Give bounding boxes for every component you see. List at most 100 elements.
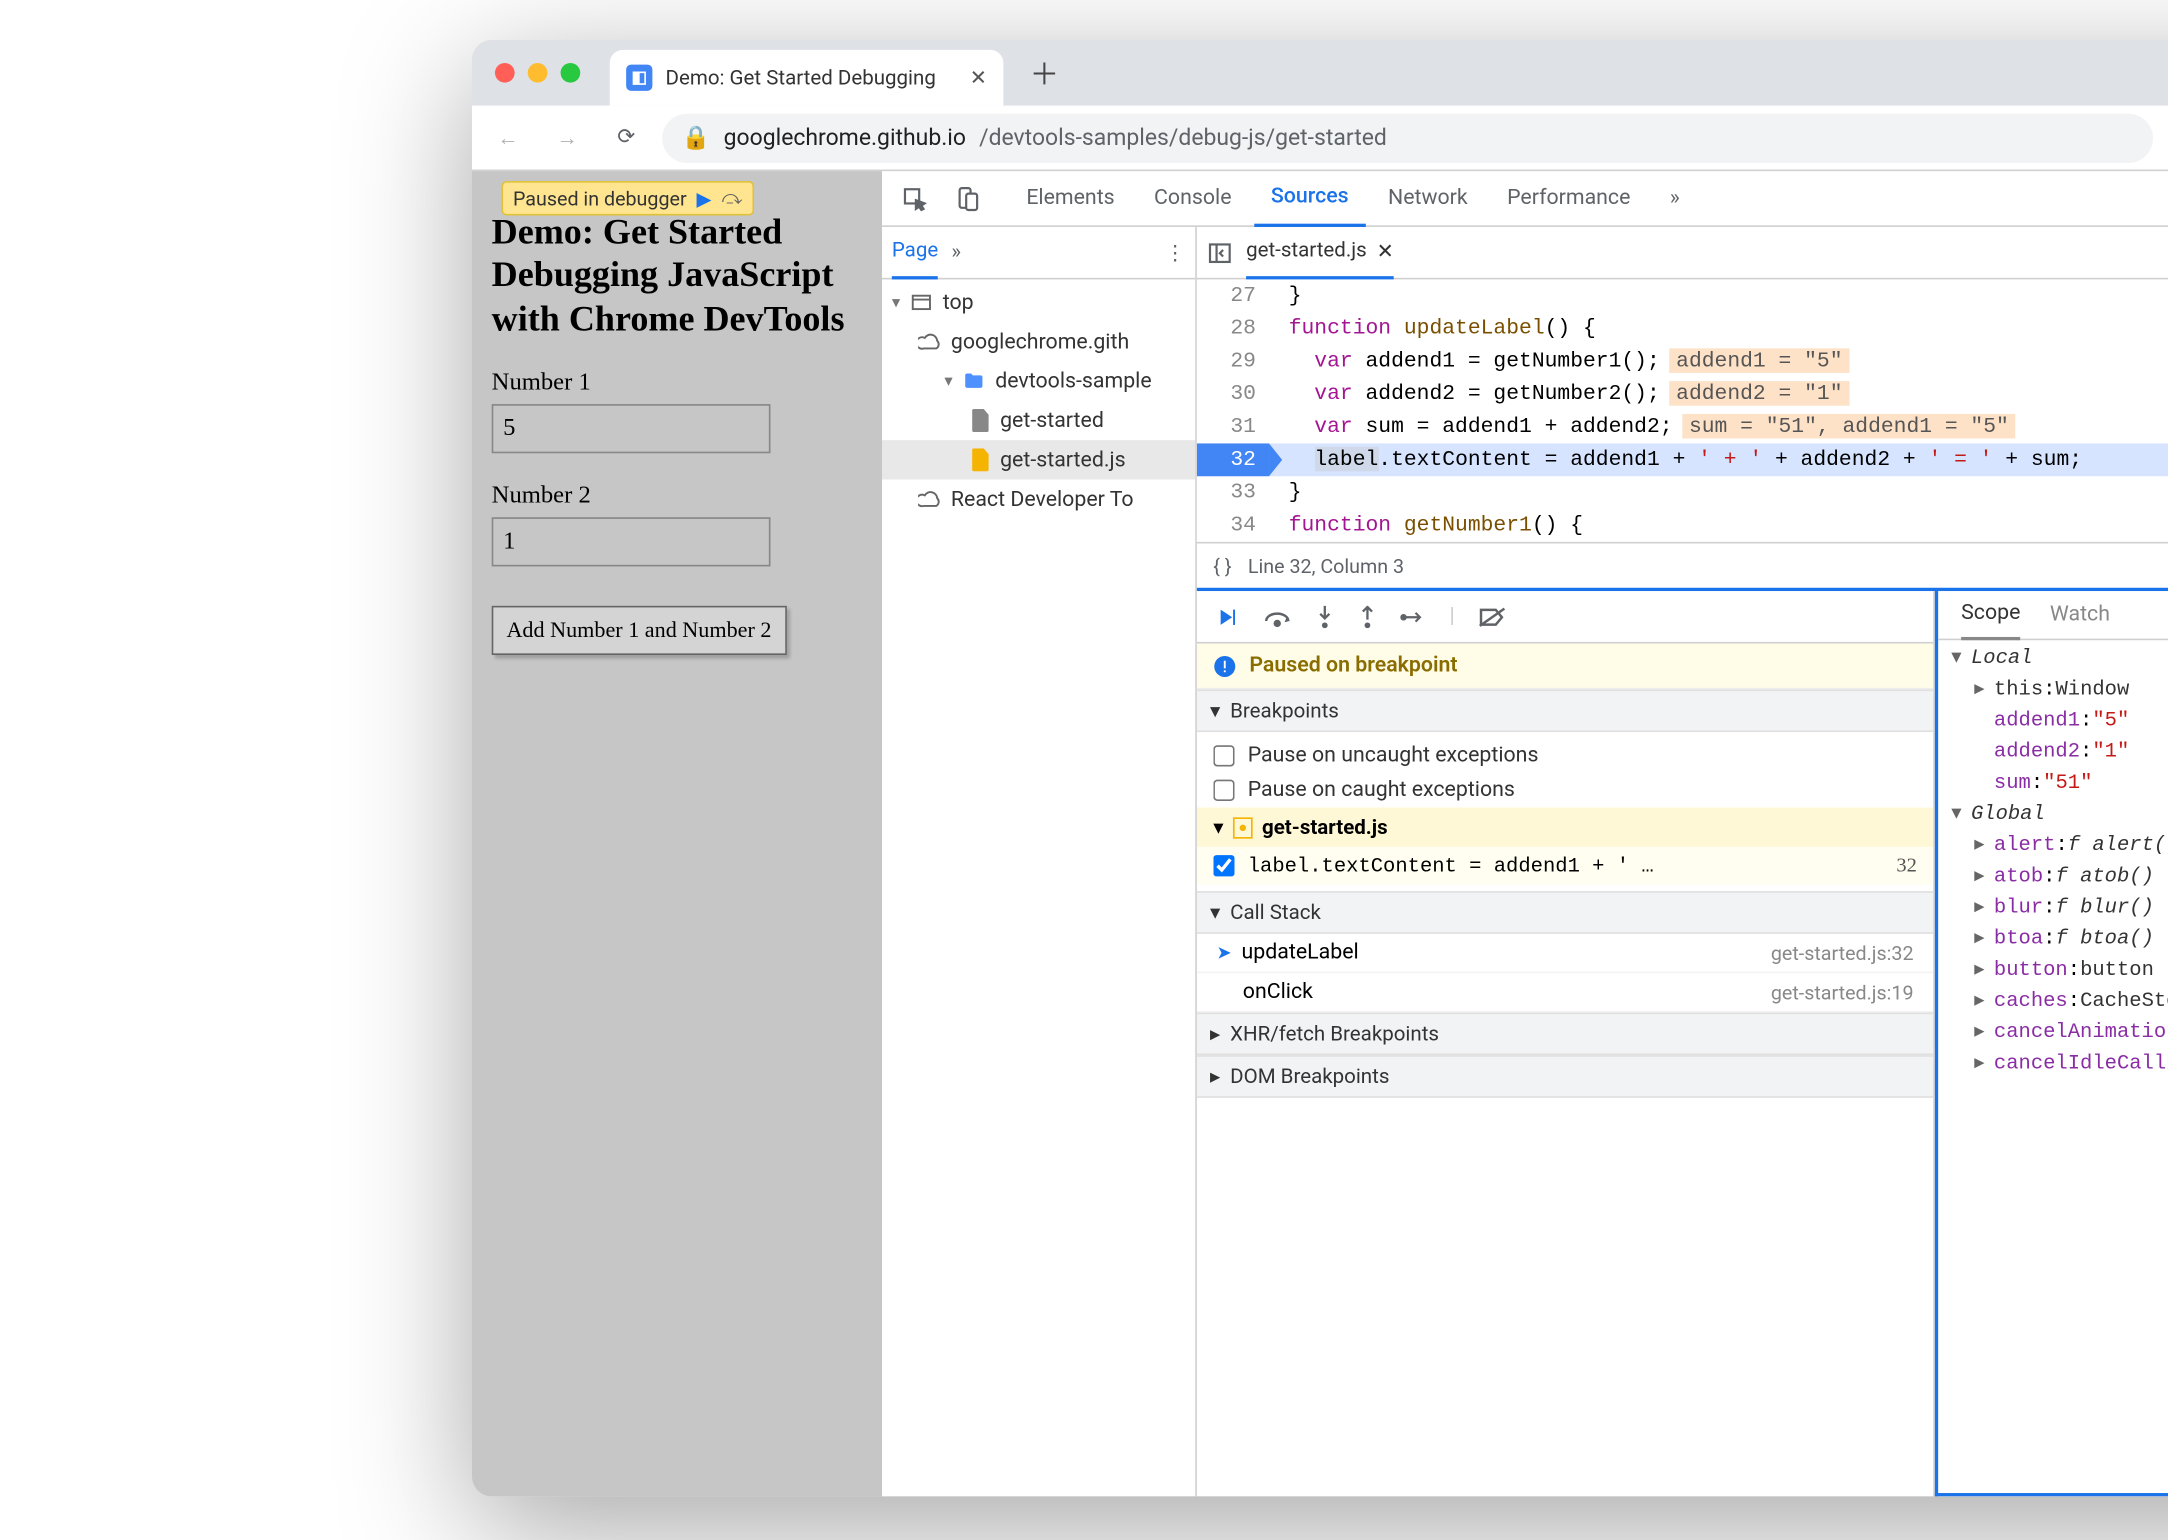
editor-tab-file[interactable]: get-started.js ✕ xyxy=(1246,226,1394,278)
scope-g-caf[interactable]: ▸cancelAnimationFrame: f cancelAnimation… xyxy=(1938,1017,2168,1048)
paused-badge-text: Paused in debugger xyxy=(513,187,687,210)
scope-g-button[interactable]: ▸button: button xyxy=(1938,955,2168,986)
tree-react-ext[interactable]: React Developer To xyxy=(882,480,1195,519)
pause-caught-checkbox[interactable]: Pause on caught exceptions xyxy=(1196,773,1932,807)
rendered-page: Paused in debugger ▶ ⤼ Demo: Get Started… xyxy=(472,171,882,1496)
dom-breakpoints-section[interactable]: ▸DOM Breakpoints xyxy=(1196,1055,1932,1098)
scope-body: ▾Local ▸this: Window addend1: "5" addend… xyxy=(1938,640,2168,1493)
tabs-overflow-icon[interactable]: » xyxy=(1653,170,1696,226)
navigator-tabs: Page » ⋮ xyxy=(882,227,1195,279)
stack-frame-1[interactable]: onClickget-started.js:19 xyxy=(1196,973,1932,1012)
navigator-panel: Page » ⋮ ▾top googlechrome.gith ▾devtool… xyxy=(882,227,1197,1496)
file-tree: ▾top googlechrome.gith ▾devtools-sample … xyxy=(882,279,1195,1496)
step-out-button[interactable] xyxy=(1357,605,1377,628)
resume-button[interactable] xyxy=(1213,605,1239,628)
maximize-window-button[interactable] xyxy=(560,63,580,83)
scope-g-blur[interactable]: ▸blur: f blur() xyxy=(1938,893,2168,924)
devtools-panel: Elements Console Sources Network Perform… xyxy=(882,171,2168,1496)
minimize-window-button[interactable] xyxy=(527,63,547,83)
tab-network[interactable]: Network xyxy=(1371,170,1484,226)
forward-button[interactable]: → xyxy=(544,115,590,161)
step-button[interactable] xyxy=(1400,605,1426,628)
tab-console[interactable]: Console xyxy=(1137,170,1247,226)
debug-left-panel: | Paused on breakpoint ▾Breakpoints Paus… xyxy=(1196,591,1934,1496)
navigator-menu-icon[interactable]: ⋮ xyxy=(1164,239,1184,265)
breakpoints-section[interactable]: ▾Breakpoints xyxy=(1196,689,1932,732)
tab-title: Demo: Get Started Debugging xyxy=(665,65,935,90)
tab-sources[interactable]: Sources xyxy=(1254,170,1365,226)
editor-status-bar: { } Line 32, Column 3 Coverage: n/a xyxy=(1196,542,2168,588)
scope-g-atob[interactable]: ▸atob: f atob() xyxy=(1938,862,2168,893)
scope-g-cic[interactable]: ▸cancelIdleCallback: f cancelIdleCallbac… xyxy=(1938,1049,2168,1080)
scope-this[interactable]: ▸this: Window xyxy=(1938,675,2168,706)
add-numbers-button[interactable]: Add Number 1 and Number 2 xyxy=(491,606,786,655)
call-stack-section[interactable]: ▾Call Stack xyxy=(1196,891,1932,934)
close-window-button[interactable] xyxy=(494,63,514,83)
tab-performance[interactable]: Performance xyxy=(1490,170,1646,226)
chrome-window: ◧ Demo: Get Started Debugging ✕ ＋ ← → ⟳ … xyxy=(472,40,2168,1496)
scope-global-header[interactable]: ▾GlobalWindow xyxy=(1938,799,2168,830)
address-bar[interactable]: 🔒 googlechrome.github.io/devtools-sample… xyxy=(662,113,2153,162)
xhr-breakpoints-section[interactable]: ▸XHR/fetch Breakpoints xyxy=(1196,1013,1932,1056)
tree-top[interactable]: ▾top xyxy=(882,283,1195,322)
debugger-controls: | xyxy=(1196,591,1932,643)
step-into-button[interactable] xyxy=(1314,605,1334,628)
step-over-mini-icon[interactable]: ⤼ xyxy=(721,186,742,211)
code-editor[interactable]: 27} 28function updateLabel() { 29 var ad… xyxy=(1196,279,2168,541)
toggle-navigator-icon[interactable] xyxy=(1206,239,1232,265)
breakpoint-line-row[interactable]: label.textContent = addend1 + ' …32 xyxy=(1196,847,1932,885)
number1-label: Number 1 xyxy=(491,370,862,398)
tab-watch[interactable]: Watch xyxy=(2049,603,2109,628)
devtools-tabs: Elements Console Sources Network Perform… xyxy=(882,171,2168,227)
debugger-bottom: | Paused on breakpoint ▾Breakpoints Paus… xyxy=(1196,588,2168,1497)
cursor-position: Line 32, Column 3 xyxy=(1247,554,1403,577)
close-tab-icon[interactable]: ✕ xyxy=(969,65,986,91)
browser-tab[interactable]: ◧ Demo: Get Started Debugging ✕ xyxy=(609,50,1003,106)
number1-input[interactable] xyxy=(491,404,770,453)
inspect-element-icon[interactable] xyxy=(891,175,937,221)
breakpoint-file-row[interactable]: ▾●get-started.js xyxy=(1196,808,1932,847)
deactivate-breakpoints-button[interactable] xyxy=(1477,605,1507,628)
scope-g-caches[interactable]: ▸caches: CacheStorage {} xyxy=(1938,986,2168,1017)
tab-strip: ◧ Demo: Get Started Debugging ✕ ＋ xyxy=(472,40,2168,106)
scope-addend2[interactable]: addend2: "1" xyxy=(1938,737,2168,768)
number2-input[interactable] xyxy=(491,518,770,567)
tab-scope[interactable]: Scope xyxy=(1961,591,2020,639)
scope-addend1[interactable]: addend1: "5" xyxy=(1938,706,2168,737)
paused-in-debugger-badge: Paused in debugger ▶ ⤼ xyxy=(501,181,753,215)
browser-toolbar: ← → ⟳ 🔒 googlechrome.github.io/devtools-… xyxy=(472,106,2168,172)
content-area: Paused in debugger ▶ ⤼ Demo: Get Started… xyxy=(472,171,2168,1496)
editor-column: get-started.js ✕ 27} 28function updateLa… xyxy=(1196,227,2168,1496)
stack-frame-0[interactable]: updateLabelget-started.js:32 xyxy=(1196,934,1932,973)
device-toggle-icon[interactable] xyxy=(944,175,990,221)
reload-button[interactable]: ⟳ xyxy=(603,115,649,161)
sources-row: Page » ⋮ ▾top googlechrome.gith ▾devtool… xyxy=(882,227,2168,1496)
close-editor-tab-icon[interactable]: ✕ xyxy=(1376,238,1393,264)
scope-sum[interactable]: sum: "51" xyxy=(1938,768,2168,799)
url-path: /devtools-samples/debug-js/get-started xyxy=(979,124,1387,150)
page-heading: Demo: Get Started Debugging JavaScript w… xyxy=(491,211,862,341)
url-host: googlechrome.github.io xyxy=(723,124,965,150)
scope-g-alert[interactable]: ▸alert: f alert() xyxy=(1938,830,2168,861)
favicon-icon: ◧ xyxy=(626,65,652,91)
window-controls xyxy=(494,63,579,83)
tab-elements[interactable]: Elements xyxy=(1009,170,1130,226)
scope-g-btoa[interactable]: ▸btoa: f btoa() xyxy=(1938,924,2168,955)
paused-reason: Paused on breakpoint xyxy=(1196,644,1932,690)
editor-tabs: get-started.js ✕ xyxy=(1196,227,2168,279)
lock-icon: 🔒 xyxy=(681,124,710,150)
navigator-overflow-icon[interactable]: » xyxy=(951,240,961,265)
tree-file-html[interactable]: get-started xyxy=(882,401,1195,440)
tree-domain[interactable]: googlechrome.gith xyxy=(882,322,1195,361)
back-button[interactable]: ← xyxy=(485,115,531,161)
new-tab-button[interactable]: ＋ xyxy=(1029,51,1059,94)
scope-local-header[interactable]: ▾Local xyxy=(1938,644,2168,675)
tree-folder[interactable]: ▾devtools-sample xyxy=(882,361,1195,400)
tree-file-js[interactable]: get-started.js xyxy=(882,440,1195,479)
navigator-tab-page[interactable]: Page xyxy=(891,226,937,278)
step-over-button[interactable] xyxy=(1262,605,1292,628)
pretty-print-icon[interactable]: { } xyxy=(1213,554,1231,577)
resume-icon[interactable]: ▶ xyxy=(696,187,711,210)
pause-uncaught-checkbox[interactable]: Pause on uncaught exceptions xyxy=(1196,739,1932,773)
number2-label: Number 2 xyxy=(491,483,862,511)
